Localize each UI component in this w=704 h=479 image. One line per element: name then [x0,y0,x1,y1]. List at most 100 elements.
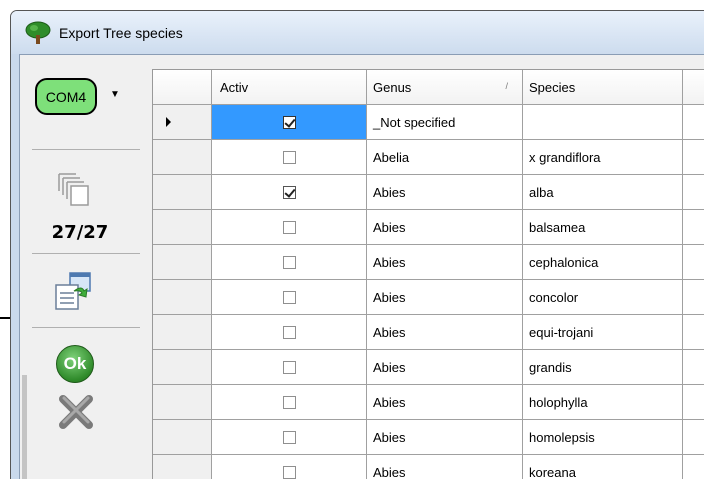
genus-cell[interactable]: Abies [367,350,523,385]
species-cell[interactable]: equi-trojani [523,315,683,350]
extra-cell [683,105,704,140]
export-icon[interactable] [54,271,94,314]
ok-label: Ok [63,354,87,373]
table-row[interactable]: Abies grandis [153,350,704,385]
header-genus-label: Genus [373,79,412,95]
row-header[interactable] [153,210,212,245]
activ-cell [212,385,367,420]
header-corner [153,70,212,105]
activ-checkbox[interactable] [282,395,296,409]
current-row-icon [166,117,171,127]
species-cell[interactable]: alba [523,175,683,210]
sidebar: COM4 ▼ 27/27 Ok [20,55,150,479]
header-activ[interactable]: Activ [212,70,367,105]
table-row[interactable]: Abies koreana [153,455,704,479]
extra-cell [683,385,704,420]
extra-cell [683,420,704,455]
divider [32,327,140,328]
chevron-down-icon[interactable]: ▼ [110,89,120,100]
genus-cell[interactable]: Abies [367,245,523,280]
layers-icon[interactable] [58,173,90,210]
header-species[interactable]: Species [523,70,683,105]
sort-icon: / [505,81,508,91]
activ-checkbox[interactable] [282,220,296,234]
activ-checkbox[interactable] [282,255,296,269]
species-cell[interactable]: holophylla [523,385,683,420]
genus-cell[interactable]: Abies [367,455,523,479]
extra-cell [683,280,704,315]
table-row[interactable]: Abelia x grandiflora [153,140,704,175]
activ-checkbox[interactable] [282,325,296,339]
row-header[interactable] [153,280,212,315]
table-row[interactable]: Abies holophylla [153,385,704,420]
row-header[interactable] [153,420,212,455]
title-bar[interactable]: Export Tree species [11,11,704,54]
species-cell[interactable]: concolor [523,280,683,315]
header-genus[interactable]: Genus / [367,70,523,105]
genus-cell[interactable]: Abies [367,175,523,210]
table-row[interactable]: Abies alba [153,175,704,210]
species-cell[interactable]: grandis [523,350,683,385]
genus-cell[interactable]: Abies [367,280,523,315]
genus-cell[interactable]: Abies [367,210,523,245]
row-header[interactable] [153,105,212,140]
extra-cell [683,175,704,210]
record-counter: 27/27 [51,222,109,243]
genus-cell[interactable]: Abelia [367,140,523,175]
client-area: COM4 ▼ 27/27 Ok Activ Genus / Species _N… [19,54,704,479]
tree-icon [25,21,51,45]
activ-cell [212,280,367,315]
row-header[interactable] [153,385,212,420]
divider [32,253,140,254]
extra-cell [683,455,704,479]
table-row[interactable]: Abies cephalonica [153,245,704,280]
activ-cell [212,350,367,385]
activ-checkbox[interactable] [282,150,296,164]
activ-cell [212,140,367,175]
com-port-button[interactable]: COM4 [35,78,97,115]
ok-button[interactable]: Ok [56,345,94,383]
activ-cell [212,105,367,140]
row-header[interactable] [153,350,212,385]
activ-cell [212,210,367,245]
activ-cell [212,420,367,455]
divider [32,149,140,150]
activ-checkbox[interactable] [282,185,296,199]
scroll-edge [22,375,27,479]
extra-cell [683,210,704,245]
activ-checkbox[interactable] [282,430,296,444]
table-row[interactable]: Abies balsamea [153,210,704,245]
extra-cell [683,350,704,385]
activ-checkbox[interactable] [282,115,296,129]
activ-checkbox[interactable] [282,360,296,374]
species-cell[interactable]: homolepsis [523,420,683,455]
row-header[interactable] [153,455,212,479]
species-grid: Activ Genus / Species _Not specified Abel… [152,69,704,479]
close-icon[interactable] [56,392,96,435]
row-header[interactable] [153,315,212,350]
table-row[interactable]: _Not specified [153,105,704,140]
table-row[interactable]: Abies homolepsis [153,420,704,455]
species-cell[interactable]: x grandiflora [523,140,683,175]
extra-cell [683,315,704,350]
export-window: Export Tree species COM4 ▼ 27/27 Ok Acti… [10,10,704,479]
genus-cell[interactable]: Abies [367,420,523,455]
table-row[interactable]: Abies equi-trojani [153,315,704,350]
extra-cell [683,245,704,280]
table-row[interactable]: Abies concolor [153,280,704,315]
genus-cell[interactable]: Abies [367,315,523,350]
species-cell[interactable] [523,105,683,140]
row-header[interactable] [153,245,212,280]
activ-checkbox[interactable] [282,290,296,304]
header-extra [683,70,704,105]
genus-cell[interactable]: _Not specified [367,105,523,140]
species-cell[interactable]: balsamea [523,210,683,245]
species-cell[interactable]: koreana [523,455,683,479]
activ-checkbox[interactable] [282,465,296,479]
species-cell[interactable]: cephalonica [523,245,683,280]
row-header[interactable] [153,140,212,175]
row-header[interactable] [153,175,212,210]
activ-cell [212,315,367,350]
genus-cell[interactable]: Abies [367,385,523,420]
activ-cell [212,175,367,210]
